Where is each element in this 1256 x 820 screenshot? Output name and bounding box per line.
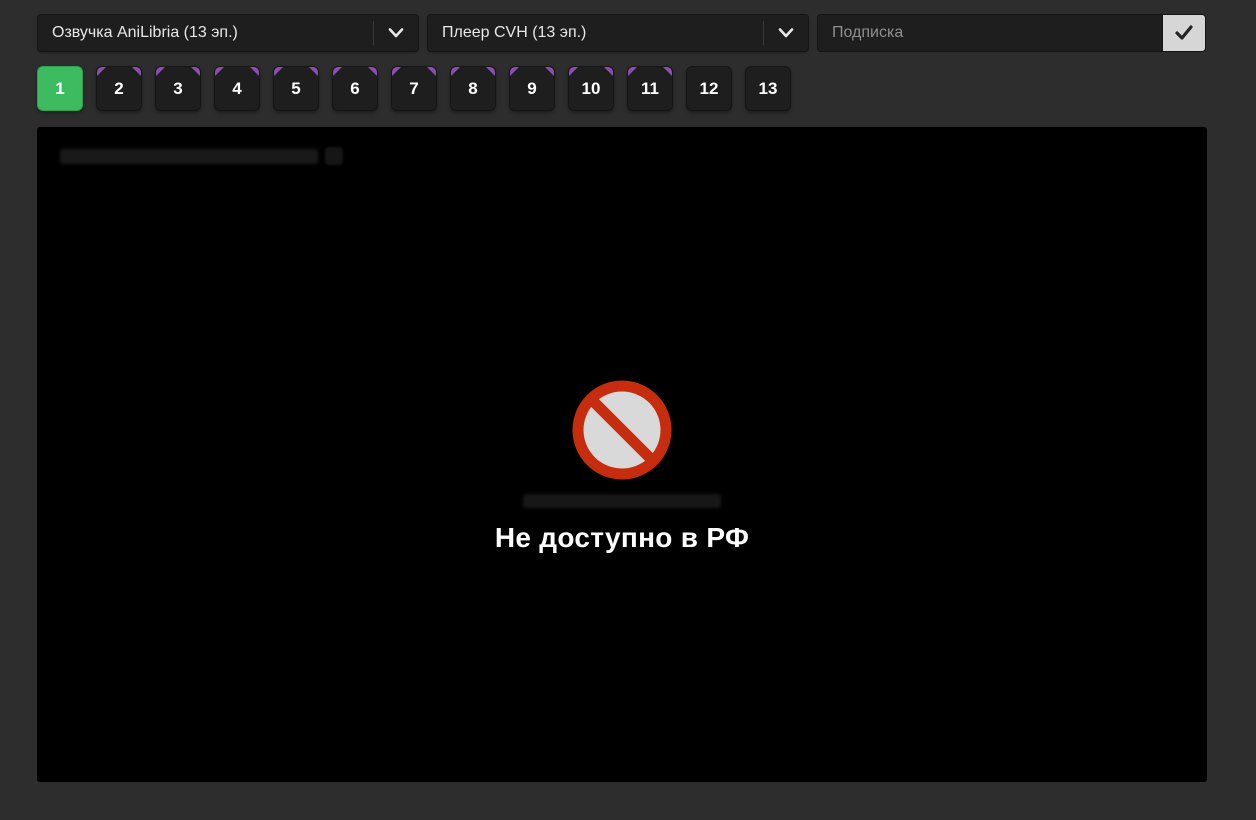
- episode-number: 12: [699, 78, 719, 98]
- watched-marker-icon: [215, 67, 225, 77]
- episode-number: 1: [55, 78, 65, 98]
- episode-number: 2: [114, 78, 124, 98]
- blocked-subtext-dim: [523, 494, 721, 508]
- video-title-dim: [60, 149, 318, 164]
- video-player[interactable]: Не доступно в РФ: [37, 127, 1207, 782]
- watched-marker-icon: [569, 67, 579, 77]
- watched-marker-icon: [97, 67, 107, 77]
- episode-number: 3: [173, 78, 183, 98]
- watched-marker-icon: [392, 67, 402, 77]
- watched-marker-icon: [662, 67, 672, 77]
- episode-button[interactable]: 6: [332, 66, 378, 111]
- subscribe-button[interactable]: [1162, 14, 1206, 52]
- episode-button[interactable]: 3: [155, 66, 201, 111]
- watched-marker-icon: [333, 67, 343, 77]
- episode-button[interactable]: 4: [214, 66, 260, 111]
- episode-button[interactable]: 2: [96, 66, 142, 111]
- episode-number: 4: [232, 78, 242, 98]
- blocked-overlay: Не доступно в РФ: [37, 380, 1207, 554]
- episode-button[interactable]: 7: [391, 66, 437, 111]
- blocked-message: Не доступно в РФ: [494, 522, 750, 553]
- voiceover-select-value: Озвучка AniLibria (13 эп.): [52, 24, 238, 41]
- episode-button[interactable]: 10: [568, 66, 614, 111]
- watched-marker-icon: [190, 67, 200, 77]
- episode-button[interactable]: 9: [509, 66, 555, 111]
- watched-marker-icon: [628, 67, 638, 77]
- voiceover-select[interactable]: Озвучка AniLibria (13 эп.): [37, 14, 419, 52]
- episode-number: 6: [350, 78, 360, 98]
- subscription-input[interactable]: [817, 14, 1162, 52]
- watched-marker-icon: [367, 67, 377, 77]
- episode-number: 8: [468, 78, 478, 98]
- episode-number: 9: [527, 78, 537, 98]
- episode-number: 10: [581, 78, 601, 98]
- episode-number: 5: [291, 78, 301, 98]
- episode-button[interactable]: 11: [627, 66, 673, 111]
- watched-marker-icon: [603, 67, 613, 77]
- no-entry-icon: [572, 380, 672, 485]
- watched-marker-icon: [308, 67, 318, 77]
- subscription-group: [817, 14, 1206, 52]
- check-icon: [1173, 21, 1195, 46]
- watched-marker-icon: [451, 67, 461, 77]
- chevron-down-icon: [764, 27, 808, 39]
- episode-button[interactable]: 12: [686, 66, 732, 111]
- player-page: Озвучка AniLibria (13 эп.) Плеер CVH (13…: [0, 0, 1256, 782]
- watched-marker-icon: [131, 67, 141, 77]
- controls-row: Озвучка AniLibria (13 эп.) Плеер CVH (13…: [37, 14, 1206, 52]
- watched-marker-icon: [249, 67, 259, 77]
- episode-button[interactable]: 5: [273, 66, 319, 111]
- watched-marker-icon: [485, 67, 495, 77]
- watched-marker-icon: [274, 67, 284, 77]
- episode-button[interactable]: 1: [37, 66, 83, 111]
- video-title-badge-dim: [325, 147, 343, 165]
- episode-number: 11: [641, 78, 659, 98]
- chevron-down-icon: [374, 27, 418, 39]
- episode-list: 1 2 3 4 5 6 7 8 9 10 11 12 13: [37, 66, 1256, 111]
- watched-marker-icon: [156, 67, 166, 77]
- player-select-value: Плеер CVH (13 эп.): [442, 24, 587, 41]
- episode-button[interactable]: 8: [450, 66, 496, 111]
- watched-marker-icon: [544, 67, 554, 77]
- episode-number: 13: [758, 78, 778, 98]
- episode-number: 7: [409, 78, 419, 98]
- episode-button[interactable]: 13: [745, 66, 791, 111]
- player-select[interactable]: Плеер CVH (13 эп.): [427, 14, 809, 52]
- watched-marker-icon: [510, 67, 520, 77]
- watched-marker-icon: [426, 67, 436, 77]
